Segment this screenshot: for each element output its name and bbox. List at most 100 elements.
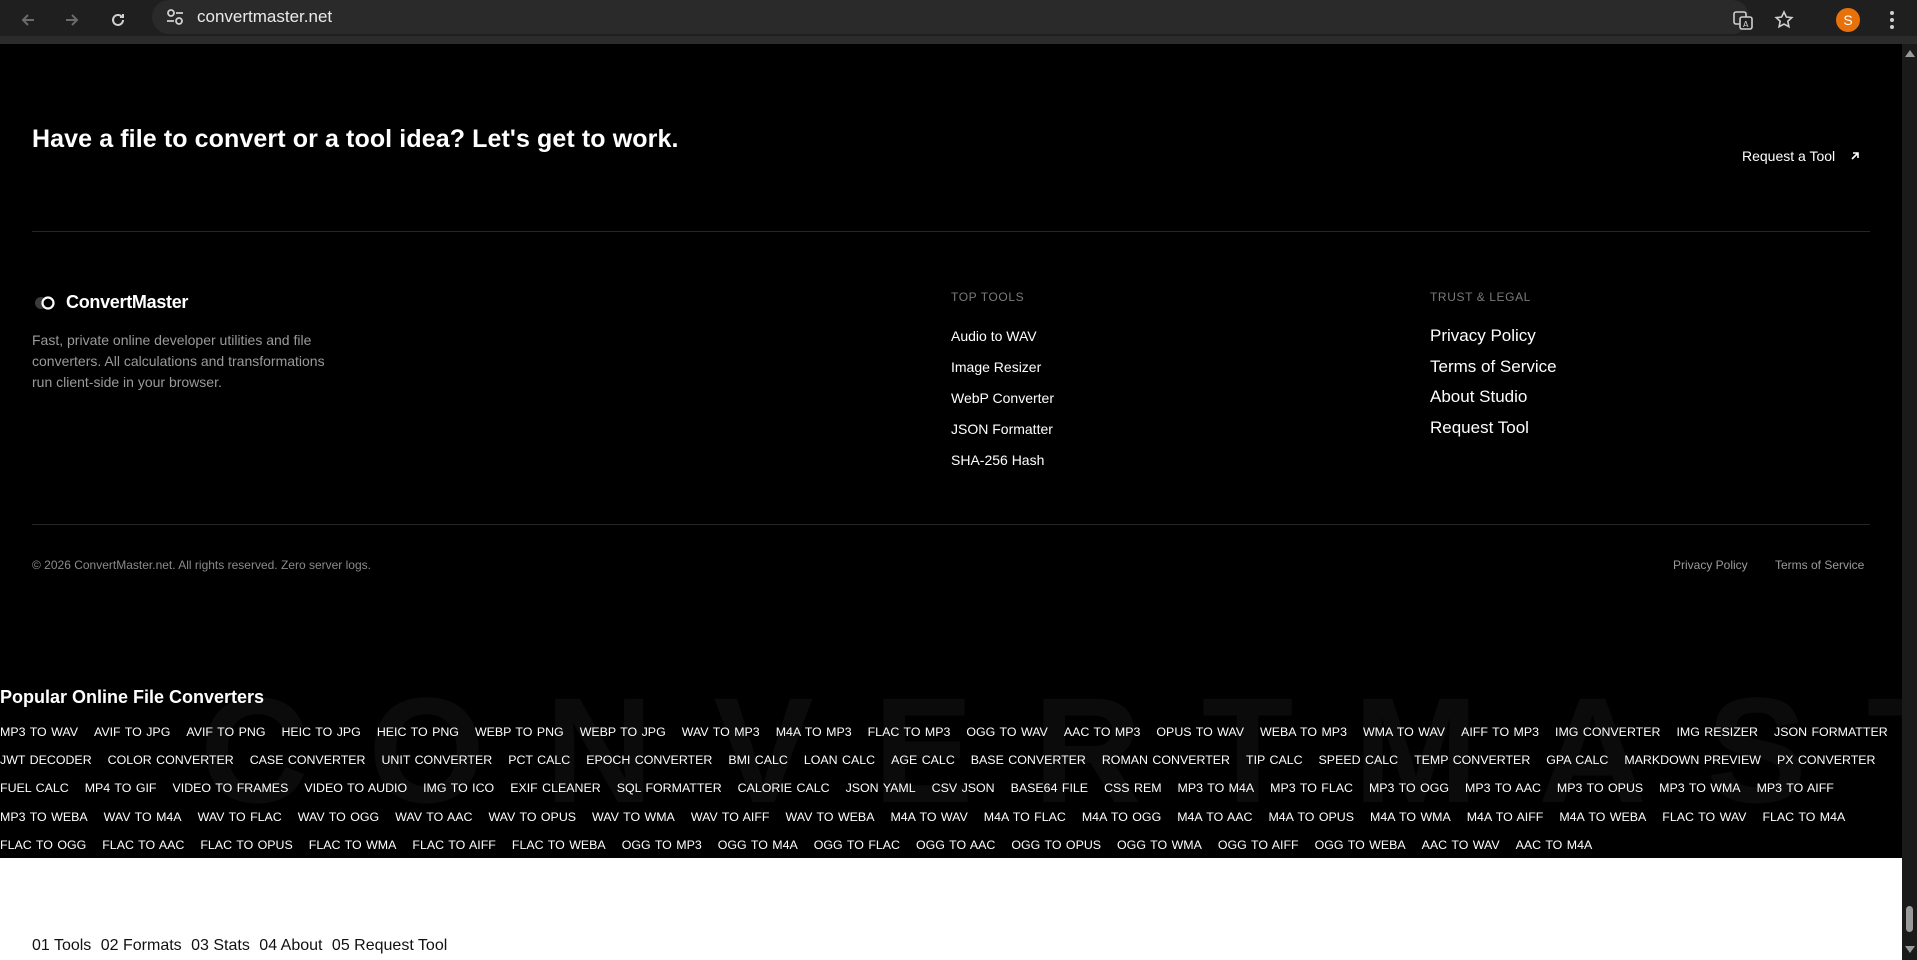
converter-link[interactable]: BMI CALC — [728, 753, 788, 767]
converter-link[interactable]: AVIF TO PNG — [186, 725, 265, 739]
converter-link[interactable]: MP3 TO M4A — [1178, 781, 1255, 795]
footer-privacy-link[interactable]: Privacy Policy — [1673, 558, 1748, 572]
converter-link[interactable]: CSV JSON — [932, 781, 995, 795]
brand-logo[interactable]: ConvertMaster — [32, 292, 188, 313]
converter-link[interactable]: AIFF TO MP3 — [1461, 725, 1539, 739]
converter-link[interactable]: OGG TO FLAC — [814, 838, 900, 852]
converter-link[interactable]: M4A TO WEBA — [1559, 810, 1646, 824]
converter-link[interactable]: WEBP TO JPG — [580, 725, 666, 739]
converter-link[interactable]: JWT DECODER — [0, 753, 92, 767]
address-bar[interactable]: convertmaster.net — [152, 0, 1749, 34]
converter-link[interactable]: MP3 TO WAV — [0, 725, 78, 739]
reload-icon[interactable] — [102, 4, 134, 36]
converter-link[interactable]: FLAC TO WAV — [1662, 810, 1746, 824]
converter-link[interactable]: MP3 TO OGG — [1369, 781, 1449, 795]
converter-link[interactable]: WAV TO OGG — [298, 810, 379, 824]
converter-link[interactable]: AAC TO M4A — [1516, 838, 1593, 852]
converter-link[interactable]: BASE64 FILE — [1011, 781, 1088, 795]
converter-link[interactable]: M4A TO OPUS — [1268, 810, 1354, 824]
site-settings-icon[interactable] — [164, 6, 186, 33]
legal-link-request-tool[interactable]: Request Tool — [1430, 418, 1529, 438]
converter-link[interactable]: OGG TO AAC — [916, 838, 995, 852]
converter-link[interactable]: WAV TO FLAC — [198, 810, 282, 824]
tool-link-image-resizer[interactable]: Image Resizer — [951, 359, 1041, 375]
converter-link[interactable]: AAC TO MP3 — [1064, 725, 1141, 739]
converter-link[interactable]: SQL FORMATTER — [617, 781, 722, 795]
converter-link[interactable]: AAC TO WAV — [1422, 838, 1500, 852]
converter-link[interactable]: FLAC TO WMA — [309, 838, 397, 852]
converter-link[interactable]: WAV TO OPUS — [488, 810, 576, 824]
converter-link[interactable]: OGG TO WEBA — [1315, 838, 1406, 852]
converter-link[interactable]: M4A TO WMA — [1370, 810, 1451, 824]
scroll-down-arrow-icon[interactable] — [1905, 946, 1915, 953]
converter-link[interactable]: WEBA TO MP3 — [1260, 725, 1347, 739]
section-nav-about[interactable]: 04 About — [259, 937, 322, 954]
section-nav-request-tool[interactable]: 05 Request Tool — [332, 937, 447, 954]
legal-link-privacy[interactable]: Privacy Policy — [1430, 326, 1536, 346]
converter-link[interactable]: BASE CONVERTER — [971, 753, 1086, 767]
converter-link[interactable]: AVIF TO JPG — [94, 725, 170, 739]
converter-link[interactable]: FLAC TO MP3 — [868, 725, 951, 739]
converter-link[interactable]: CASE CONVERTER — [250, 753, 366, 767]
converter-link[interactable]: PX CONVERTER — [1777, 753, 1876, 767]
converter-link[interactable]: WAV TO WEBA — [785, 810, 874, 824]
converter-link[interactable]: WAV TO AIFF — [691, 810, 770, 824]
converter-link[interactable]: WAV TO AAC — [395, 810, 472, 824]
converter-link[interactable]: AGE CALC — [891, 753, 955, 767]
converter-link[interactable]: WMA TO WAV — [1363, 725, 1445, 739]
converter-link[interactable]: MARKDOWN PREVIEW — [1624, 753, 1761, 767]
profile-avatar[interactable]: S — [1832, 4, 1864, 36]
converter-link[interactable]: IMG RESIZER — [1676, 725, 1758, 739]
tool-link-json-formatter[interactable]: JSON Formatter — [951, 421, 1053, 437]
converter-link[interactable]: WAV TO WMA — [592, 810, 675, 824]
converter-link[interactable]: M4A TO WAV — [890, 810, 967, 824]
converter-link[interactable]: JSON FORMATTER — [1774, 725, 1888, 739]
footer-terms-link[interactable]: Terms of Service — [1775, 558, 1864, 572]
converter-link[interactable]: M4A TO FLAC — [984, 810, 1066, 824]
converter-link[interactable]: UNIT CONVERTER — [381, 753, 492, 767]
converter-link[interactable]: FLAC TO OPUS — [200, 838, 292, 852]
converter-link[interactable]: COLOR CONVERTER — [108, 753, 234, 767]
tool-link-sha256-hash[interactable]: SHA-256 Hash — [951, 452, 1044, 468]
converter-link[interactable]: SPEED CALC — [1319, 753, 1399, 767]
converter-link[interactable]: IMG TO ICO — [423, 781, 494, 795]
scroll-up-arrow-icon[interactable] — [1905, 50, 1915, 57]
converter-link[interactable]: WEBP TO PNG — [475, 725, 564, 739]
converter-link[interactable]: MP3 TO WMA — [1659, 781, 1740, 795]
converter-link[interactable]: M4A TO AIFF — [1467, 810, 1544, 824]
converter-link[interactable]: OGG TO OPUS — [1011, 838, 1101, 852]
converter-link[interactable]: EXIF CLEANER — [510, 781, 601, 795]
menu-kebab-icon[interactable] — [1876, 4, 1908, 36]
legal-link-about[interactable]: About Studio — [1430, 387, 1527, 407]
converter-link[interactable]: OGG TO MP3 — [622, 838, 702, 852]
converter-link[interactable]: FLAC TO WEBA — [512, 838, 606, 852]
page-scrollbar[interactable] — [1902, 44, 1917, 960]
converter-link[interactable]: OGG TO WMA — [1117, 838, 1202, 852]
converter-link[interactable]: MP4 TO GIF — [85, 781, 157, 795]
url-text[interactable]: convertmaster.net — [197, 7, 332, 27]
converter-link[interactable]: GPA CALC — [1546, 753, 1608, 767]
converter-link[interactable]: M4A TO AAC — [1177, 810, 1252, 824]
converter-link[interactable]: PCT CALC — [508, 753, 570, 767]
converter-link[interactable]: MP3 TO AIFF — [1757, 781, 1834, 795]
converter-link[interactable]: FUEL CALC — [0, 781, 69, 795]
converter-link[interactable]: HEIC TO JPG — [281, 725, 360, 739]
section-nav-stats[interactable]: 03 Stats — [191, 937, 250, 954]
converter-link[interactable]: TIP CALC — [1246, 753, 1303, 767]
converter-link[interactable]: M4A TO OGG — [1082, 810, 1161, 824]
section-nav-tools[interactable]: 01 Tools — [32, 937, 91, 954]
converter-link[interactable]: MP3 TO WEBA — [0, 810, 88, 824]
converter-link[interactable]: MP3 TO OPUS — [1557, 781, 1643, 795]
converter-link[interactable]: OGG TO M4A — [718, 838, 798, 852]
request-tool-link[interactable]: Request a Tool — [1742, 148, 1861, 164]
converter-link[interactable]: M4A TO MP3 — [776, 725, 852, 739]
converter-link[interactable]: MP3 TO FLAC — [1270, 781, 1353, 795]
converter-link[interactable]: LOAN CALC — [804, 753, 875, 767]
converter-link[interactable]: OPUS TO WAV — [1156, 725, 1244, 739]
converter-link[interactable]: IMG CONVERTER — [1555, 725, 1660, 739]
tool-link-webp-converter[interactable]: WebP Converter — [951, 390, 1054, 406]
converter-link[interactable]: CSS REM — [1104, 781, 1161, 795]
converter-link[interactable]: CALORIE CALC — [738, 781, 830, 795]
bookmark-star-icon[interactable] — [1768, 4, 1800, 36]
converter-link[interactable]: FLAC TO AAC — [102, 838, 184, 852]
